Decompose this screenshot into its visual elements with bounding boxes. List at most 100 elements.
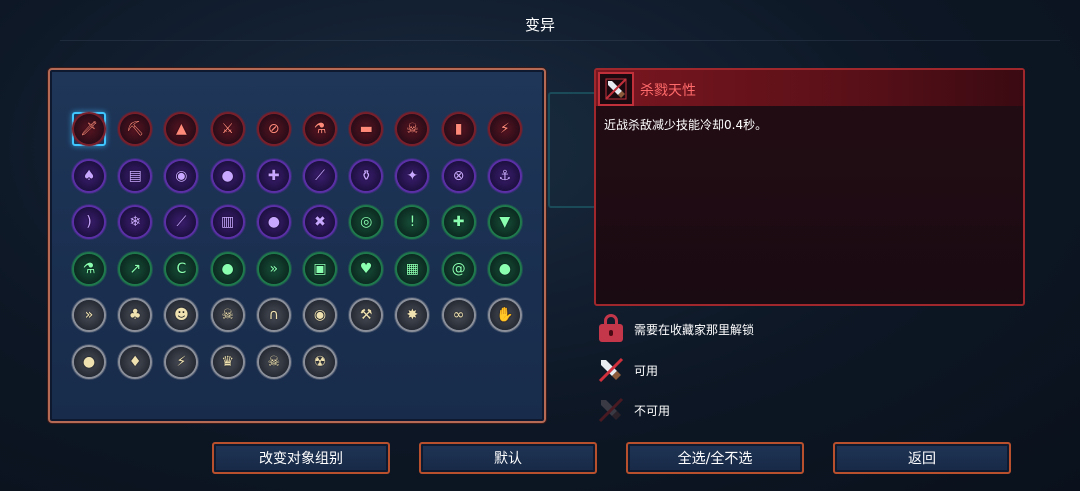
green-potion-icon: ⚱ <box>351 160 382 191</box>
mutation-slot[interactable]: ⚔ <box>211 112 245 146</box>
mutation-slot[interactable]: ▲ <box>164 112 198 146</box>
mutation-slot[interactable]: ☠ <box>395 112 429 146</box>
double-chevron-icon: » <box>74 300 104 330</box>
mutation-detail-panel: 杀戮天性 近战杀敌减少技能冷却0.4秒。 <box>594 68 1025 306</box>
halo-skull-icon: ☠ <box>258 346 289 377</box>
knight-icon: ▣ <box>305 253 335 284</box>
lock-icon <box>596 314 626 344</box>
gold-coin-icon: ● <box>74 346 104 377</box>
lightning-icon: ⚡ <box>166 346 197 377</box>
mutation-slot[interactable]: ⚒ <box>349 298 383 332</box>
default-button[interactable]: 默认 <box>419 442 597 474</box>
mutation-slot[interactable]: ⟋ <box>164 205 198 239</box>
mutation-slot[interactable]: C <box>164 252 198 286</box>
mutation-slot[interactable]: ⚗ <box>303 112 337 146</box>
pickaxe-icon: ⛏ <box>120 114 151 144</box>
mutation-slot[interactable]: ◉ <box>164 159 198 193</box>
mutation-slot[interactable]: ◎ <box>349 205 383 239</box>
mutation-slot[interactable]: ▦ <box>395 252 429 286</box>
hook-claw-icon: C <box>166 253 197 284</box>
bomb-icon: ● <box>212 160 243 191</box>
star-burst-icon: ✸ <box>397 300 428 330</box>
mutation-slot[interactable]: ⛏ <box>118 112 152 146</box>
mutation-slot[interactable]: ▤ <box>118 159 152 193</box>
page-title: 变异 <box>524 16 555 34</box>
mutation-slot[interactable]: ⊘ <box>257 112 291 146</box>
crossed-skull-icon: ✖ <box>305 207 335 237</box>
mutation-slot[interactable]: ♛ <box>211 345 245 379</box>
mutation-slot[interactable]: ∩ <box>257 298 291 332</box>
legend-locked: 需要在收藏家那里解锁 <box>596 314 754 344</box>
select-all-button[interactable]: 全选/全不选 <box>626 442 804 474</box>
mutation-grid-panel: 🗡 ⛏ ▲ ⚔ ⊘ ⚗ ▬ ☠ ▮ ⚡ ♠ ▤ ◉ ● ✚ ⟋ ⚱ ✦ ⊗ ⚓) ❄ ⟋ ▥ ● ✖ ◎! ✚ ▼ ⚗ ↗ C ● » ▣ ♥ ▦ @ ●… <box>48 68 546 423</box>
mutation-slot[interactable]: ⟋ <box>303 159 337 193</box>
mutation-slot[interactable]: ✦ <box>395 159 429 193</box>
mutation-slot[interactable]: ● <box>72 345 106 379</box>
mutation-slot[interactable]: ! <box>395 205 429 239</box>
sword-icon <box>598 72 634 106</box>
mutation-slot[interactable]: ⚡ <box>164 345 198 379</box>
chest-icon: ▬ <box>351 114 382 144</box>
chain-icon: ∞ <box>443 300 474 330</box>
mutation-slot[interactable]: @ <box>442 252 476 286</box>
mutation-slot[interactable]: ● <box>211 252 245 286</box>
mutation-slot[interactable]: » <box>72 298 106 332</box>
flame-drop-icon: ♦ <box>120 346 151 377</box>
mutation-slot[interactable]: ✚ <box>442 205 476 239</box>
bow-icon: ) <box>74 207 104 237</box>
mutation-slot[interactable]: ▮ <box>442 112 476 146</box>
mutation-slot[interactable]: ◉ <box>303 298 337 332</box>
legend-locked-label: 需要在收藏家那里解锁 <box>634 322 755 337</box>
hat-icon: ♠ <box>74 160 104 191</box>
sword-dark-icon <box>596 395 626 425</box>
coil-icon: @ <box>443 253 474 284</box>
target-icon: ✚ <box>258 160 289 191</box>
mutation-slot[interactable]: ☠ <box>211 298 245 332</box>
mutation-slot[interactable]: ♦ <box>118 345 152 379</box>
mutation-slot[interactable]: ☠ <box>257 345 291 379</box>
eye-icon: ◉ <box>166 160 197 191</box>
purple-orb-icon: ◉ <box>305 300 335 330</box>
staff-icon: ⟋ <box>166 207 197 237</box>
mutation-slot[interactable]: ⚡ <box>488 112 522 146</box>
mutation-slot[interactable]: » <box>257 252 291 286</box>
mutation-slot[interactable]: ▼ <box>488 205 522 239</box>
mutation-slot[interactable]: ⊗ <box>442 159 476 193</box>
mutation-slot[interactable]: ✋ <box>488 298 522 332</box>
no-cross-icon: ⊗ <box>443 160 474 191</box>
mutation-slot[interactable]: ● <box>257 205 291 239</box>
mutation-slot[interactable]: ● <box>488 252 522 286</box>
mutation-slot[interactable]: ⚗ <box>72 252 106 286</box>
mutation-slot[interactable]: ✖ <box>303 205 337 239</box>
mutation-slot[interactable]: ) <box>72 205 106 239</box>
mutation-slot[interactable]: ☢ <box>303 345 337 379</box>
mutation-slot[interactable]: ▥ <box>211 205 245 239</box>
mutation-slot[interactable]: 🗡 <box>72 112 106 146</box>
fangs-icon: ▼ <box>489 207 520 237</box>
mutation-slot[interactable]: ♣ <box>118 298 152 332</box>
gear-eye-icon: ◎ <box>351 207 382 237</box>
mutation-slot[interactable]: ✸ <box>395 298 429 332</box>
gate-icon: ∩ <box>258 300 289 330</box>
mutation-slot[interactable]: ⚓ <box>488 159 522 193</box>
mutation-slot[interactable]: ● <box>211 159 245 193</box>
mutation-slot[interactable]: ☻ <box>164 298 198 332</box>
mutation-slot[interactable]: ♠ <box>72 159 106 193</box>
mutation-slot[interactable]: ✚ <box>257 159 291 193</box>
mutation-slot[interactable]: ▣ <box>303 252 337 286</box>
tome-icon: ▥ <box>212 207 243 237</box>
mutation-slot[interactable]: ♥ <box>349 252 383 286</box>
red-potion-icon: ⚗ <box>74 253 104 284</box>
mutation-slot[interactable]: ▬ <box>349 112 383 146</box>
cage-icon: ▦ <box>397 253 428 284</box>
mutation-slot[interactable]: ❄ <box>118 205 152 239</box>
change-group-button[interactable]: 改变对象组别 <box>212 442 390 474</box>
legend-unavailable-label: 不可用 <box>634 403 671 418</box>
mutation-slot[interactable]: ⚱ <box>349 159 383 193</box>
green-skull-icon: ☻ <box>166 300 197 330</box>
back-button[interactable]: 返回 <box>833 442 1011 474</box>
ice-sword-icon: ⚔ <box>212 114 243 144</box>
mutation-slot[interactable]: ∞ <box>442 298 476 332</box>
mutation-slot[interactable]: ↗ <box>118 252 152 286</box>
mutation-name: 杀戮天性 <box>640 83 696 99</box>
